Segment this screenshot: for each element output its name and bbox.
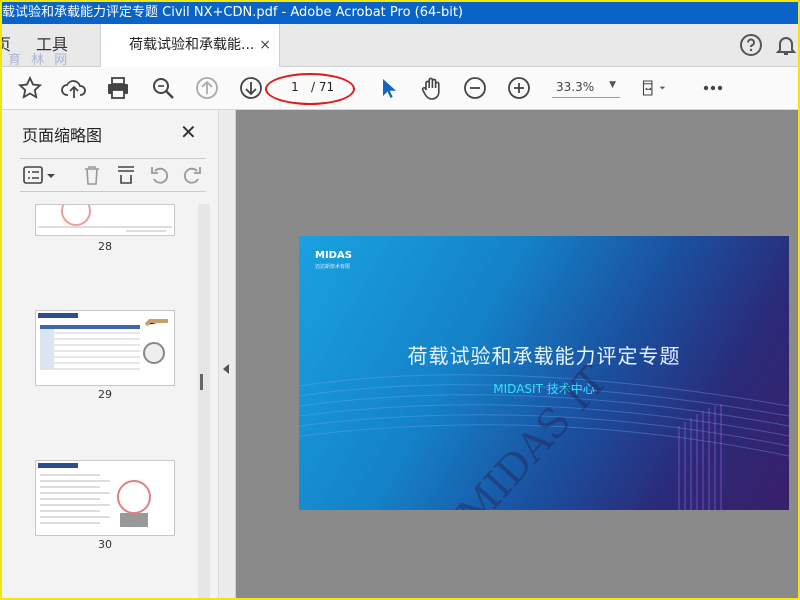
tab-close-button[interactable]: × [259, 24, 271, 66]
delete-page-icon[interactable] [80, 163, 104, 187]
page-number-input[interactable] [285, 80, 305, 94]
more-options-icon[interactable] [699, 74, 727, 102]
rotate-right-icon[interactable] [180, 163, 204, 187]
thumbnail-options-icon[interactable] [22, 163, 58, 187]
zoom-level-value: 33.3% [556, 80, 595, 94]
panel-collapse-handle[interactable] [219, 110, 236, 598]
panel-close-button[interactable]: ✕ [180, 120, 197, 144]
thumbnail-toolbar [20, 158, 206, 192]
slide-subtitle: MIDASIT 技术中心 [493, 382, 595, 396]
collapse-arrow-icon [223, 364, 229, 374]
tab-bar: 页 工具 荷载试验和承载能... × 育 林 网 [2, 24, 798, 68]
select-cursor-icon[interactable] [374, 74, 402, 102]
slide-title: 荷载试验和承载能力评定专题 [407, 344, 681, 368]
bell-icon[interactable] [774, 33, 798, 57]
upload-cloud-icon[interactable] [60, 74, 88, 102]
page-thumbnail-28[interactable] [35, 204, 175, 236]
page-thumbnail-30[interactable] [35, 460, 175, 536]
pdf-page: MIDAS 迈达斯技术有限 荷载试验和承载能力评定专题 MIDASIT 技术中心… [299, 236, 789, 510]
tab-document-label: 荷载试验和承载能... [129, 37, 255, 53]
site-watermark: 育 林 网 [8, 53, 71, 68]
help-icon[interactable] [739, 33, 763, 57]
print-icon[interactable] [104, 74, 132, 102]
window-title: 载试验和承载能力评定专题 Civil NX+CDN.pdf - Adobe Ac… [2, 5, 463, 20]
extract-page-icon[interactable] [114, 163, 138, 187]
thumbnail-list: 28 29 30 [20, 204, 196, 598]
page-number-label: 30 [98, 538, 112, 551]
document-view: MIDAS 迈达斯技术有限 荷载试验和承载能力评定专题 MIDASIT 技术中心… [236, 110, 798, 598]
page-fit-icon[interactable] [640, 74, 680, 102]
previous-page-icon[interactable] [193, 74, 221, 102]
next-page-icon[interactable] [237, 74, 265, 102]
scrollbar-thumb[interactable] [200, 374, 203, 390]
zoom-out-icon[interactable] [461, 74, 489, 102]
chevron-down-icon: ▼ [609, 80, 616, 90]
thumbnail-panel: 页面缩略图 ✕ 28 29 30 [2, 110, 219, 598]
page-total: / 71 [311, 80, 335, 94]
slide-logo-subtitle: 迈达斯技术有限 [315, 264, 351, 270]
bookmark-star-icon[interactable] [16, 74, 44, 102]
rotate-left-icon[interactable] [148, 163, 172, 187]
page-number-label: 29 [98, 388, 112, 401]
page-number-label: 28 [98, 240, 112, 253]
panel-title: 页面缩略图 [22, 126, 103, 145]
thumbnail-scrollbar[interactable] [198, 204, 210, 598]
slide-logo: MIDAS [315, 250, 352, 261]
app-window: 载试验和承载能力评定专题 Civil NX+CDN.pdf - Adobe Ac… [0, 0, 800, 600]
zoom-search-icon[interactable] [149, 74, 177, 102]
zoom-level-select[interactable]: 33.3% ▼ [552, 79, 620, 98]
red-annotation-oval [265, 73, 355, 105]
main-toolbar: / 71 33.3% ▼ [2, 67, 798, 110]
page-thumbnail-29[interactable] [35, 310, 175, 386]
page-number-group: / 71 [265, 73, 355, 105]
hand-tool-icon[interactable] [418, 74, 446, 102]
tab-document[interactable]: 荷载试验和承载能... × [100, 24, 280, 67]
zoom-in-icon[interactable] [505, 74, 533, 102]
window-title-bar: 载试验和承载能力评定专题 Civil NX+CDN.pdf - Adobe Ac… [2, 2, 798, 24]
